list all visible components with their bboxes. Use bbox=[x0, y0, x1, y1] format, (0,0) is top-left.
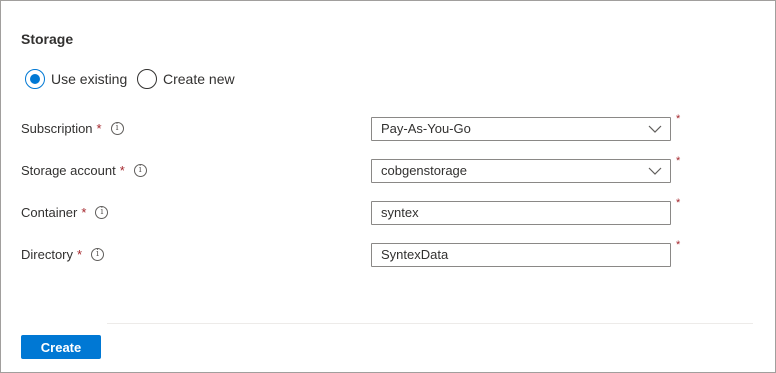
directory-row: Directory * i SyntexData * bbox=[1, 239, 776, 267]
required-star: * bbox=[676, 113, 681, 125]
storage-account-label-group: Storage account * i bbox=[21, 163, 147, 178]
required-marker: * bbox=[119, 163, 125, 178]
container-label: Container bbox=[21, 205, 78, 220]
use-existing-radio[interactable]: Use existing bbox=[25, 68, 127, 90]
create-new-radio[interactable]: Create new bbox=[137, 68, 235, 90]
subscription-value: Pay-As-You-Go bbox=[381, 121, 471, 136]
section-title: Storage bbox=[21, 31, 74, 47]
create-button[interactable]: Create bbox=[21, 335, 101, 359]
radio-unselected-icon bbox=[137, 69, 157, 89]
storage-account-label: Storage account bbox=[21, 163, 116, 178]
chevron-down-icon bbox=[648, 125, 662, 133]
subscription-row: Subscription * i Pay-As-You-Go * bbox=[1, 113, 776, 141]
required-star: * bbox=[676, 155, 681, 167]
subscription-label: Subscription bbox=[21, 121, 93, 136]
container-label-group: Container * i bbox=[21, 205, 109, 220]
subscription-dropdown[interactable]: Pay-As-You-Go bbox=[371, 117, 671, 141]
container-value: syntex bbox=[381, 205, 419, 220]
info-icon[interactable]: i bbox=[91, 248, 105, 261]
directory-label: Directory bbox=[21, 247, 74, 262]
info-icon[interactable]: i bbox=[95, 206, 109, 219]
required-marker: * bbox=[81, 205, 87, 220]
footer-divider bbox=[107, 323, 753, 324]
storage-account-row: Storage account * i cobgenstorage * bbox=[1, 155, 776, 183]
container-input[interactable]: syntex bbox=[371, 201, 671, 225]
subscription-label-group: Subscription * i bbox=[21, 121, 124, 136]
directory-input[interactable]: SyntexData bbox=[371, 243, 671, 267]
use-existing-label: Use existing bbox=[51, 71, 128, 87]
container-row: Container * i syntex * bbox=[1, 197, 776, 225]
storage-account-dropdown[interactable]: cobgenstorage bbox=[371, 159, 671, 183]
required-star: * bbox=[676, 197, 681, 209]
radio-selected-icon bbox=[25, 69, 45, 89]
info-icon[interactable]: i bbox=[133, 164, 147, 177]
storage-panel: Storage Use existing Create new Subscrip… bbox=[0, 0, 776, 373]
required-marker: * bbox=[77, 247, 83, 262]
info-icon[interactable]: i bbox=[110, 122, 124, 135]
chevron-down-icon bbox=[648, 167, 662, 175]
create-new-label: Create new bbox=[163, 71, 235, 87]
directory-value: SyntexData bbox=[381, 247, 449, 262]
storage-account-value: cobgenstorage bbox=[381, 163, 468, 178]
required-marker: * bbox=[96, 121, 102, 136]
required-star: * bbox=[676, 239, 681, 251]
directory-label-group: Directory * i bbox=[21, 247, 105, 262]
